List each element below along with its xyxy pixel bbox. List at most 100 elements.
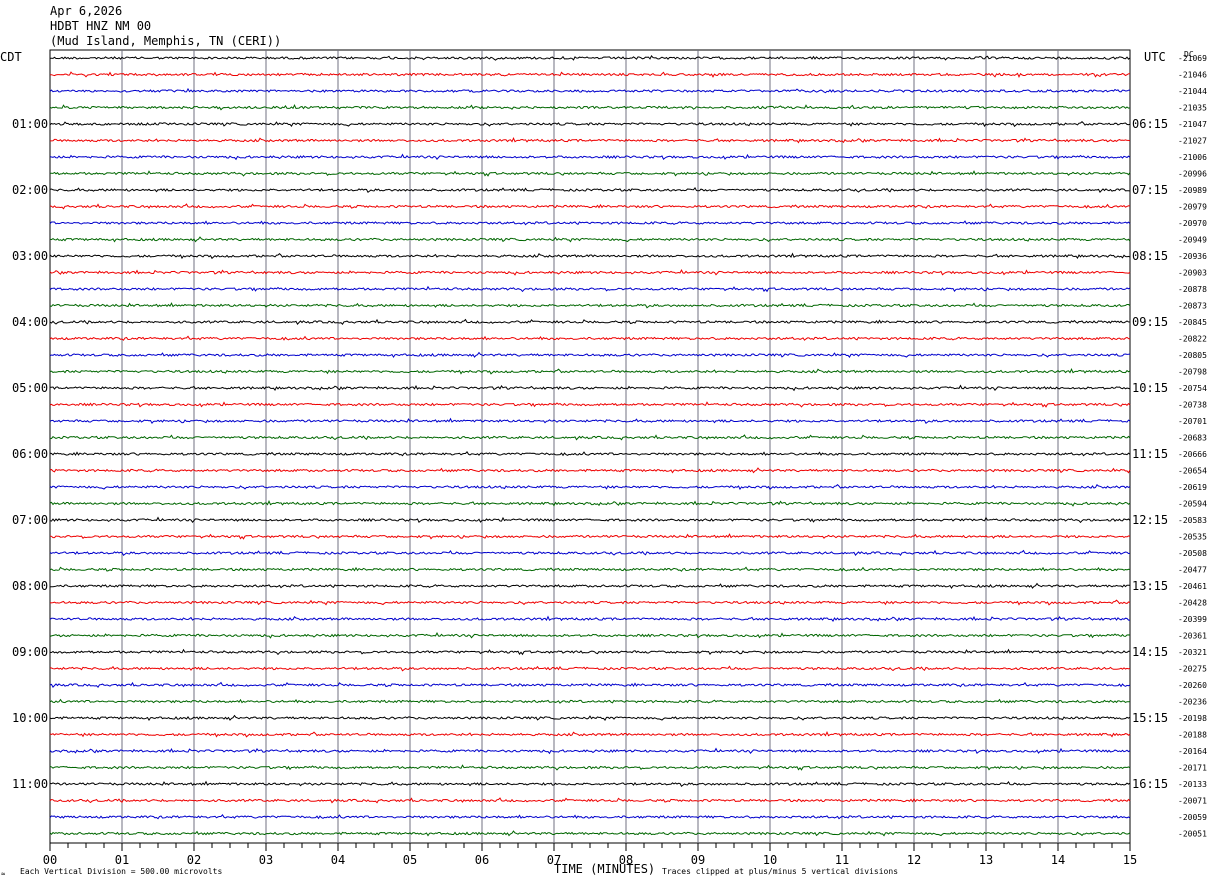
seismic-trace [49,367,1131,375]
dc-offset-label: -20133 [1178,780,1207,789]
seismic-trace [50,136,1131,144]
x-tick-label: 00 [43,853,57,867]
seismic-trace [49,236,1131,243]
seismic-trace [49,582,1131,590]
x-tick-label: 01 [115,853,129,867]
dc-offset-label: -20461 [1178,582,1207,591]
footer-mark-icon: ≈ [1,870,5,878]
dc-offset-label: -21044 [1178,87,1207,96]
seismic-trace [49,467,1131,474]
seismic-trace [49,170,1131,177]
cdt-label: CDT [0,50,22,64]
dc-offset-label: -20798 [1178,368,1207,377]
seismic-trace [49,698,1131,704]
utc-hour-label: 07:15 [1132,183,1168,197]
seismic-trace [50,384,1131,392]
seismic-trace [49,121,1131,128]
seismic-trace [49,71,1131,78]
dc-offset-label: -20970 [1178,219,1207,228]
seismic-trace [49,302,1131,309]
seismic-trace [49,681,1131,688]
seismic-trace [49,632,1131,639]
plot-frame [49,49,1131,844]
x-tick-label: 03 [259,853,273,867]
utc-hour-label: 06:15 [1132,117,1168,131]
seismic-trace [49,797,1131,804]
utc-hour-label: 14:15 [1132,645,1168,659]
dc-offset-label: -20738 [1178,401,1207,410]
x-tick-label: 15 [1123,853,1137,867]
seismic-trace [49,335,1131,341]
seismic-trace [49,648,1130,656]
dc-offset-label: -20805 [1178,351,1207,360]
dc-offset-label: -20979 [1178,203,1207,212]
utc-hour-label: 08:15 [1132,249,1168,263]
dc-offset-label: -20583 [1178,516,1207,525]
utc-label: UTC [1144,50,1166,64]
seismic-trace [49,499,1131,507]
utc-hour-label: 09:15 [1132,315,1168,329]
dc-offset-label: -20260 [1178,681,1207,690]
dc-offset-label: -21006 [1178,153,1207,162]
cdt-hour-label: 07:00 [12,513,48,527]
dc-offset-label: -20873 [1178,302,1207,311]
scale-note: Each Vertical Division = 500.00 microvol… [20,867,222,876]
x-tick-label: 11 [835,853,849,867]
cdt-hour-label: 08:00 [12,579,48,593]
seismic-trace [49,203,1131,210]
seismic-trace [49,187,1131,193]
x-tick-label: 02 [187,853,201,867]
dc-offset-label: -20701 [1178,417,1207,426]
cdt-hour-label: 09:00 [12,645,48,659]
seismic-trace [49,104,1131,111]
cdt-hour-label: 05:00 [12,381,48,395]
dc-offset-label: -20845 [1178,318,1207,327]
cdt-hour-label: 03:00 [12,249,48,263]
cdt-hour-label: 10:00 [12,711,48,725]
dc-offset-label: -20996 [1178,170,1207,179]
dc-offset-label: -20428 [1178,599,1207,608]
dc-offset-label: -21027 [1178,137,1207,146]
utc-hour-label: 10:15 [1132,381,1168,395]
dc-offset-label: -20878 [1178,285,1207,294]
x-tick-label: 13 [979,853,993,867]
seismic-trace [49,665,1131,672]
utc-hour-label: 11:15 [1132,447,1168,461]
seismic-trace [49,780,1131,787]
dc-offset-label: -21035 [1178,104,1207,113]
cdt-hour-label: 11:00 [12,777,48,791]
dc-offset-label: -20361 [1178,632,1207,641]
dc-offset-label: -20989 [1178,186,1207,195]
seismic-trace [49,566,1131,572]
utc-hour-label: 15:15 [1132,711,1168,725]
dc-offset-label: -21069 [1178,54,1207,63]
seismic-trace [49,269,1131,276]
seismic-trace [49,615,1130,623]
utc-hour-label: 13:15 [1132,579,1168,593]
dc-offset-label: -20535 [1178,533,1207,542]
seismic-trace [49,830,1131,837]
dc-offset-label: -20619 [1178,483,1207,492]
x-tick-label: 10 [763,853,777,867]
dc-offset-label: -20508 [1178,549,1207,558]
seismic-trace [49,599,1131,606]
seismic-trace [49,484,1131,491]
seismic-trace [49,747,1131,755]
seismic-trace [49,549,1131,556]
dc-offset-label: -20071 [1178,797,1207,806]
dc-offset-label: -20683 [1178,434,1207,443]
dc-offset-label: -20477 [1178,566,1207,575]
dc-offset-label: -20051 [1178,830,1207,839]
seismic-trace [49,714,1131,722]
dc-offset-label: -20198 [1178,714,1207,723]
seismic-trace [49,450,1131,457]
dc-offset-label: -20399 [1178,615,1207,624]
dc-offset-label: -20666 [1178,450,1207,459]
dc-offset-label: -20321 [1178,648,1207,657]
seismic-trace [49,813,1131,820]
dc-offset-label: -20936 [1178,252,1207,261]
seismic-trace [49,285,1131,293]
seismic-trace [49,434,1131,441]
seismic-trace [49,153,1131,161]
x-tick-label: 05 [403,853,417,867]
